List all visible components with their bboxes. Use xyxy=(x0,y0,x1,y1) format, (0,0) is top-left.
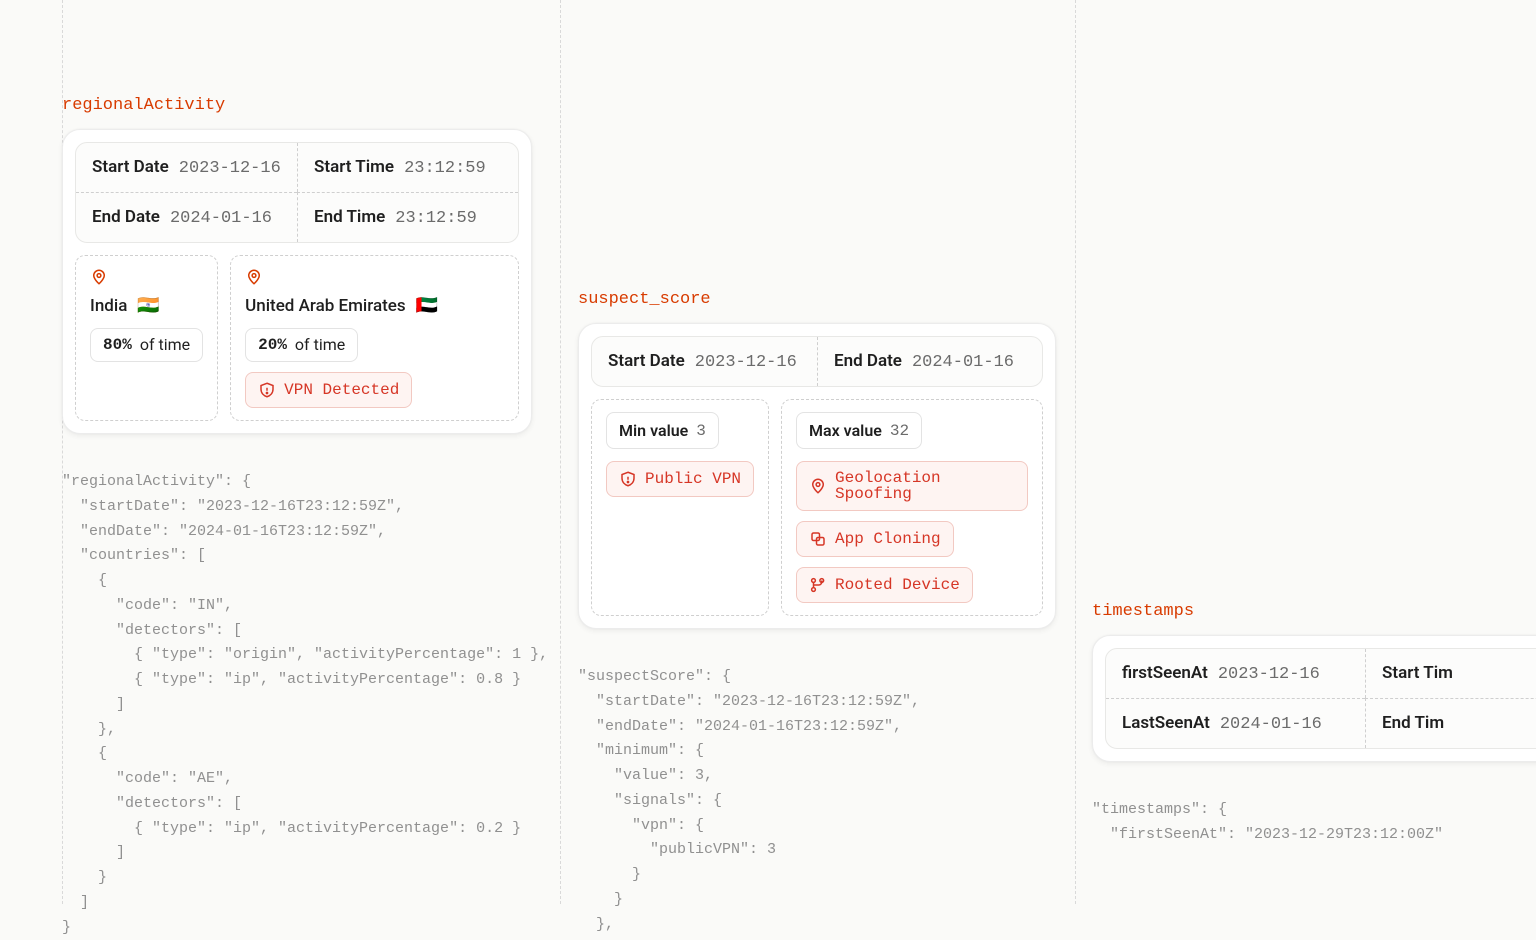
start-time-label: Start Time xyxy=(314,157,394,177)
start-date-value: 2023-12-16 xyxy=(179,159,281,178)
flag-india-icon: 🇮🇳 xyxy=(137,297,159,315)
suspect-score-card: Start Date 2023-12-16 End Date 2024-01-1… xyxy=(578,323,1056,629)
date-range-grid: Start Date 2023-12-16 End Date 2024-01-1… xyxy=(591,336,1043,387)
countries-row: India 🇮🇳 80% of time United Arab Emirate… xyxy=(75,255,519,421)
timestamps-json: "timestamps": { "firstSeenAt": "2023-12-… xyxy=(1092,798,1536,848)
timestamps-card: firstSeenAt 2023-12-16 Start Tim LastSee… xyxy=(1092,635,1536,762)
suspect-score-json: "suspectScore": { "startDate": "2023-12-… xyxy=(578,665,1056,937)
max-value-pill: Max value 32 xyxy=(796,412,922,449)
last-seen-cell: LastSeenAt 2024-01-16 xyxy=(1106,698,1365,748)
country-name: India xyxy=(90,296,127,316)
start-date-cell: Start Date 2023-12-16 xyxy=(592,337,817,386)
end-time-label: End Time xyxy=(314,207,385,227)
signal-icon xyxy=(809,576,827,594)
end-date-value: 2024-01-16 xyxy=(912,353,1014,372)
vpn-detected-chip: VPN Detected xyxy=(245,372,412,408)
first-time-label: Start Tim xyxy=(1382,663,1453,683)
signal-chip: Geolocation Spoofing xyxy=(796,461,1028,511)
country-box-india: India 🇮🇳 80% of time xyxy=(75,255,218,421)
signal-icon xyxy=(809,530,827,548)
signal-chip: Rooted Device xyxy=(796,567,973,603)
end-date-cell: End Date 2024-01-16 xyxy=(817,337,1042,386)
min-max-row: Min value 3 Public VPN Max value 32 Geol… xyxy=(591,399,1043,616)
date-range-grid: Start Date 2023-12-16 Start Time 23:12:5… xyxy=(75,142,519,243)
min-value-box: Min value 3 Public VPN xyxy=(591,399,769,616)
first-seen-cell: firstSeenAt 2023-12-16 xyxy=(1106,649,1365,698)
location-pin-icon xyxy=(90,268,108,286)
signal-chip: Public VPN xyxy=(606,461,754,497)
last-seen-date: 2024-01-16 xyxy=(1220,715,1322,734)
shield-alert-icon xyxy=(258,381,276,399)
last-time-cell: End Tim xyxy=(1365,698,1536,748)
start-date-cell: Start Date 2023-12-16 xyxy=(76,143,297,192)
flag-uae-icon: 🇦🇪 xyxy=(416,297,438,315)
last-time-label: End Tim xyxy=(1382,713,1444,733)
first-seen-date: 2023-12-16 xyxy=(1218,665,1320,684)
regional-activity-block: regionalActivity Start Date 2023-12-16 S… xyxy=(62,96,532,940)
timestamps-title: timestamps xyxy=(1092,602,1536,621)
last-seen-label: LastSeenAt xyxy=(1122,713,1210,733)
suspect-score-block: suspect_score Start Date 2023-12-16 End … xyxy=(578,290,1056,937)
first-time-cell: Start Tim xyxy=(1365,649,1536,698)
end-date-value: 2024-01-16 xyxy=(170,209,272,228)
max-value-box: Max value 32 Geolocation Spoofing App Clo… xyxy=(781,399,1043,616)
time-percentage-chip: 80% of time xyxy=(90,328,203,362)
start-date-value: 2023-12-16 xyxy=(695,353,797,372)
location-pin-icon xyxy=(245,268,263,286)
first-seen-label: firstSeenAt xyxy=(1122,663,1208,683)
signal-icon xyxy=(619,470,637,488)
regional-activity-title: regionalActivity xyxy=(62,96,532,115)
country-box-uae: United Arab Emirates 🇦🇪 20% of time VPN … xyxy=(230,255,519,421)
regional-activity-json: "regionalActivity": { "startDate": "2023… xyxy=(62,470,532,940)
timestamps-block: timestamps firstSeenAt 2023-12-16 Start … xyxy=(1092,602,1536,848)
end-time-value: 23:12:59 xyxy=(395,209,477,228)
time-percentage-chip: 20% of time xyxy=(245,328,358,362)
signal-icon xyxy=(809,477,827,495)
start-date-label: Start Date xyxy=(92,157,169,177)
end-date-label: End Date xyxy=(834,351,902,371)
signal-chip: App Cloning xyxy=(796,521,954,557)
start-time-value: 23:12:59 xyxy=(404,159,486,178)
end-date-label: End Date xyxy=(92,207,160,227)
start-time-cell: Start Time 23:12:59 xyxy=(297,143,518,192)
timestamps-grid: firstSeenAt 2023-12-16 Start Tim LastSee… xyxy=(1105,648,1536,749)
regional-activity-card: Start Date 2023-12-16 Start Time 23:12:5… xyxy=(62,129,532,434)
start-date-label: Start Date xyxy=(608,351,685,371)
end-date-cell: End Date 2024-01-16 xyxy=(76,192,297,242)
min-value-pill: Min value 3 xyxy=(606,412,719,449)
country-name: United Arab Emirates xyxy=(245,296,406,316)
suspect-score-title: suspect_score xyxy=(578,290,1056,309)
end-time-cell: End Time 23:12:59 xyxy=(297,192,518,242)
